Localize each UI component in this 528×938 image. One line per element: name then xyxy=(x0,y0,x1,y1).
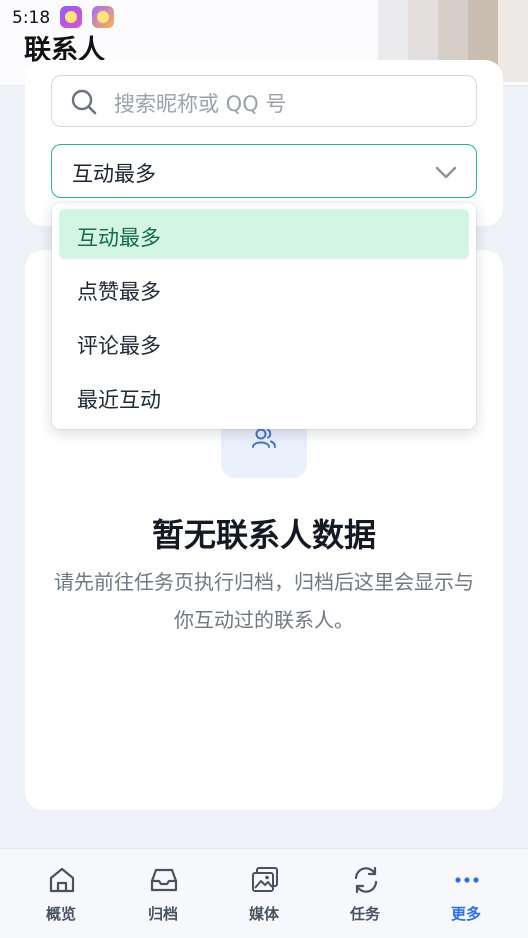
nav-item-media[interactable]: 媒体 xyxy=(214,849,314,938)
empty-state-description: 请先前往任务页执行归档，归档后这里会显示与你互动过的联系人。 xyxy=(54,570,474,632)
nav-item-overview[interactable]: 概览 xyxy=(11,849,111,938)
chevron-down-icon xyxy=(435,166,457,179)
nav-item-tasks[interactable]: 任务 xyxy=(315,849,415,938)
status-time: 5:18 xyxy=(12,8,51,28)
sort-select[interactable]: 互动最多 xyxy=(51,144,477,198)
home-icon xyxy=(49,867,75,893)
notification-app-icon xyxy=(60,6,82,28)
sort-option-recent-interactions[interactable]: 最近互动 xyxy=(59,371,469,421)
sort-option-most-likes[interactable]: 点赞最多 xyxy=(59,263,469,313)
sort-option-most-interactions[interactable]: 互动最多 xyxy=(59,209,469,259)
search-icon xyxy=(71,89,97,115)
weather-app-icon xyxy=(92,6,114,28)
refresh-icon xyxy=(354,866,378,894)
sort-option-most-comments[interactable]: 评论最多 xyxy=(59,317,469,367)
nav-item-more[interactable]: 更多 xyxy=(416,849,516,938)
inbox-icon xyxy=(150,868,178,892)
empty-state-title: 暂无联系人数据 xyxy=(151,516,376,554)
sort-option-label: 互动最多 xyxy=(77,226,161,250)
sort-dropdown-menu: 互动最多 点赞最多 评论最多 最近互动 xyxy=(52,203,476,429)
users-icon xyxy=(252,428,276,448)
bottom-nav: 概览 归档 媒体 任务 更多 xyxy=(0,848,528,938)
more-icon xyxy=(455,877,479,883)
nav-label: 归档 xyxy=(147,905,178,923)
image-icon xyxy=(252,867,278,892)
nav-label: 任务 xyxy=(349,905,380,923)
nav-label: 媒体 xyxy=(248,905,279,923)
nav-label: 概览 xyxy=(45,905,76,923)
contacts-screen: 5:18 联系人 搜索昵称或 QQ 号 互动最多 暂无联系人数据 请先前往任务页… xyxy=(0,0,528,938)
nav-item-archive[interactable]: 归档 xyxy=(113,849,213,938)
sort-option-label: 评论最多 xyxy=(77,334,161,358)
nav-label: 更多 xyxy=(450,905,481,923)
search-placeholder: 搜索昵称或 QQ 号 xyxy=(114,92,287,116)
search-input[interactable]: 搜索昵称或 QQ 号 xyxy=(51,75,477,127)
sort-option-label: 点赞最多 xyxy=(77,280,161,304)
sort-select-value: 互动最多 xyxy=(72,162,156,186)
sort-option-label: 最近互动 xyxy=(77,388,161,412)
